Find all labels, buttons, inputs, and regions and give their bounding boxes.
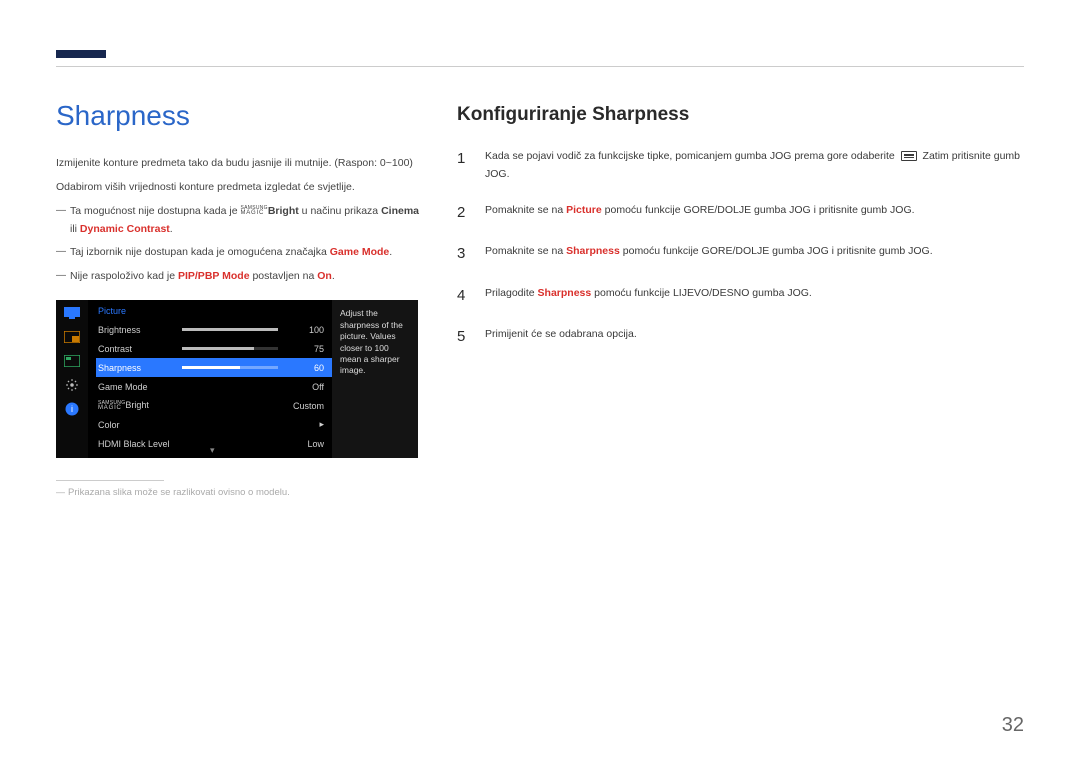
osd-label: Contrast — [98, 344, 182, 354]
magic-logo: SAMSUNGMAGIC — [240, 206, 267, 216]
header-rule — [56, 66, 1024, 67]
step-3-a: Pomaknite se na — [485, 245, 566, 257]
note-2-text-a: Taj izbornik nije dostupan kada je omogu… — [70, 246, 330, 258]
step-3-c: pomoću funkcije GORE/DOLJE gumba JOG i p… — [620, 245, 933, 257]
steps-list: 1 Kada se pojavi vodič za funkcijske tip… — [457, 146, 1024, 350]
step-4: 4 Prilagodite Sharpness pomoću funkcije … — [457, 283, 1024, 309]
note-1-dynamic: Dynamic Contrast — [80, 223, 170, 235]
step-1: 1 Kada se pojavi vodič za funkcijske tip… — [457, 146, 1024, 184]
picture-tab-icon — [64, 306, 80, 320]
osd-slider — [182, 328, 278, 331]
footnote-rule — [56, 480, 164, 481]
osd-value: 100 — [290, 325, 324, 335]
magic-bot: MAGIC — [240, 210, 267, 216]
osd-row-game-mode: Game Mode Off — [96, 377, 332, 396]
note-list: Ta mogućnost nije dostupna kada je SAMSU… — [56, 203, 421, 286]
step-4-c: pomoću funkcije LIJEVO/DESNO gumba JOG. — [591, 287, 812, 299]
osd-value: ▸ — [290, 419, 324, 430]
step-4-a: Prilagodite — [485, 287, 538, 299]
note-1-text-g: . — [170, 223, 173, 235]
info-tab-icon: i — [64, 402, 80, 416]
osd-sidebar: i — [56, 300, 88, 458]
menu-icon — [901, 151, 917, 161]
footnote: Prikazana slika može se razlikovati ovis… — [56, 487, 421, 498]
osd-row-magicbright: SAMSUNGMAGICBright Custom — [96, 396, 332, 415]
right-column: Konfiguriranje Sharpness 1 Kada se pojav… — [457, 100, 1024, 498]
pip-tab-icon — [64, 330, 80, 344]
intro-block: Izmijenite konture predmeta tako da budu… — [56, 154, 421, 286]
osd-slider — [182, 366, 278, 369]
osd-value: 60 — [290, 363, 324, 373]
step-2-c: pomoću funkcije GORE/DOLJE gumba JOG i p… — [602, 204, 915, 216]
intro-line-1: Izmijenite konture predmeta tako da budu… — [56, 154, 421, 172]
step-num-2: 2 — [457, 200, 471, 226]
onscreen-tab-icon — [64, 354, 80, 368]
osd-title: Picture — [96, 306, 332, 316]
step-1-text: Kada se pojavi vodič za funkcijske tipke… — [485, 146, 1024, 184]
note-2: Taj izbornik nije dostupan kada je omogu… — [56, 244, 421, 262]
osd-help-text: Adjust the sharpness of the picture. Val… — [332, 300, 418, 458]
step-num-3: 3 — [457, 241, 471, 267]
note-3-text-c: postavljen na — [250, 270, 318, 282]
step-5: 5 Primijenit će se odabrana opcija. — [457, 324, 1024, 350]
osd-label: Brightness — [98, 325, 182, 335]
osd-value: Low — [290, 439, 324, 449]
note-3-pip: PIP/PBP Mode — [178, 270, 250, 282]
step-4-sharpness: Sharpness — [538, 287, 592, 299]
step-2-a: Pomaknite se na — [485, 204, 566, 216]
note-1-bright: Bright — [268, 205, 299, 217]
osd-label: SAMSUNGMAGICBright — [98, 400, 182, 411]
note-3: Nije raspoloživo kad je PIP/PBP Mode pos… — [56, 268, 421, 286]
osd-scroll-down-icon: ▾ — [210, 445, 215, 456]
osd-row-brightness: Brightness 100 — [96, 320, 332, 339]
osd-label: Sharpness — [98, 363, 182, 373]
subsection-title: Konfiguriranje Sharpness — [457, 104, 1024, 126]
osd-row-contrast: Contrast 75 — [96, 339, 332, 358]
step-3-text: Pomaknite se na Sharpness pomoću funkcij… — [485, 241, 1024, 267]
settings-tab-icon — [64, 378, 80, 392]
note-3-text-e: . — [332, 270, 335, 282]
osd-slider — [182, 347, 278, 350]
step-num-1: 1 — [457, 146, 471, 184]
osd-label: Game Mode — [98, 382, 182, 392]
note-1-text-a: Ta mogućnost nije dostupna kada je — [70, 205, 240, 217]
note-1-cinema: Cinema — [381, 205, 419, 217]
note-1-text-e: ili — [70, 223, 80, 235]
note-3-text-a: Nije raspoloživo kad je — [70, 270, 178, 282]
osd-value: Custom — [290, 401, 324, 411]
step-4-text: Prilagodite Sharpness pomoću funkcije LI… — [485, 283, 1024, 309]
note-1-text-c: u načinu prikaza — [299, 205, 381, 217]
osd-screenshot: i Picture Brightness 100 Contrast 75 Sharpne… — [56, 300, 418, 458]
step-2-text: Pomaknite se na Picture pomoću funkcije … — [485, 200, 1024, 226]
osd-value: Off — [290, 382, 324, 392]
note-2-text-c: . — [389, 246, 392, 258]
step-3-sharpness: Sharpness — [566, 245, 620, 257]
svg-text:i: i — [71, 404, 73, 414]
header-accent-bar — [56, 50, 106, 58]
step-5-text: Primijenit će se odabrana opcija. — [485, 324, 1024, 350]
page-content: Sharpness Izmijenite konture predmeta ta… — [56, 100, 1024, 498]
section-title: Sharpness — [56, 100, 421, 132]
step-num-4: 4 — [457, 283, 471, 309]
osd-value: 75 — [290, 344, 324, 354]
page-number: 32 — [1002, 714, 1024, 737]
osd-main: Picture Brightness 100 Contrast 75 Sharpness… — [88, 300, 332, 458]
note-2-gamemode: Game Mode — [330, 246, 390, 258]
left-column: Sharpness Izmijenite konture predmeta ta… — [56, 100, 421, 498]
step-3: 3 Pomaknite se na Sharpness pomoću funkc… — [457, 241, 1024, 267]
step-num-5: 5 — [457, 324, 471, 350]
osd-row-sharpness: Sharpness 60 — [96, 358, 332, 377]
osd-row-color: Color ▸ — [96, 415, 332, 434]
note-3-on: On — [317, 270, 332, 282]
step-2-picture: Picture — [566, 204, 602, 216]
osd-label: HDMI Black Level — [98, 439, 182, 449]
osd-label: Color — [98, 420, 182, 430]
step-1-a: Kada se pojavi vodič za funkcijske tipke… — [485, 150, 898, 162]
step-2: 2 Pomaknite se na Picture pomoću funkcij… — [457, 200, 1024, 226]
intro-line-2: Odabirom viših vrijednosti konture predm… — [56, 178, 421, 196]
note-1: Ta mogućnost nije dostupna kada je SAMSU… — [56, 203, 421, 239]
